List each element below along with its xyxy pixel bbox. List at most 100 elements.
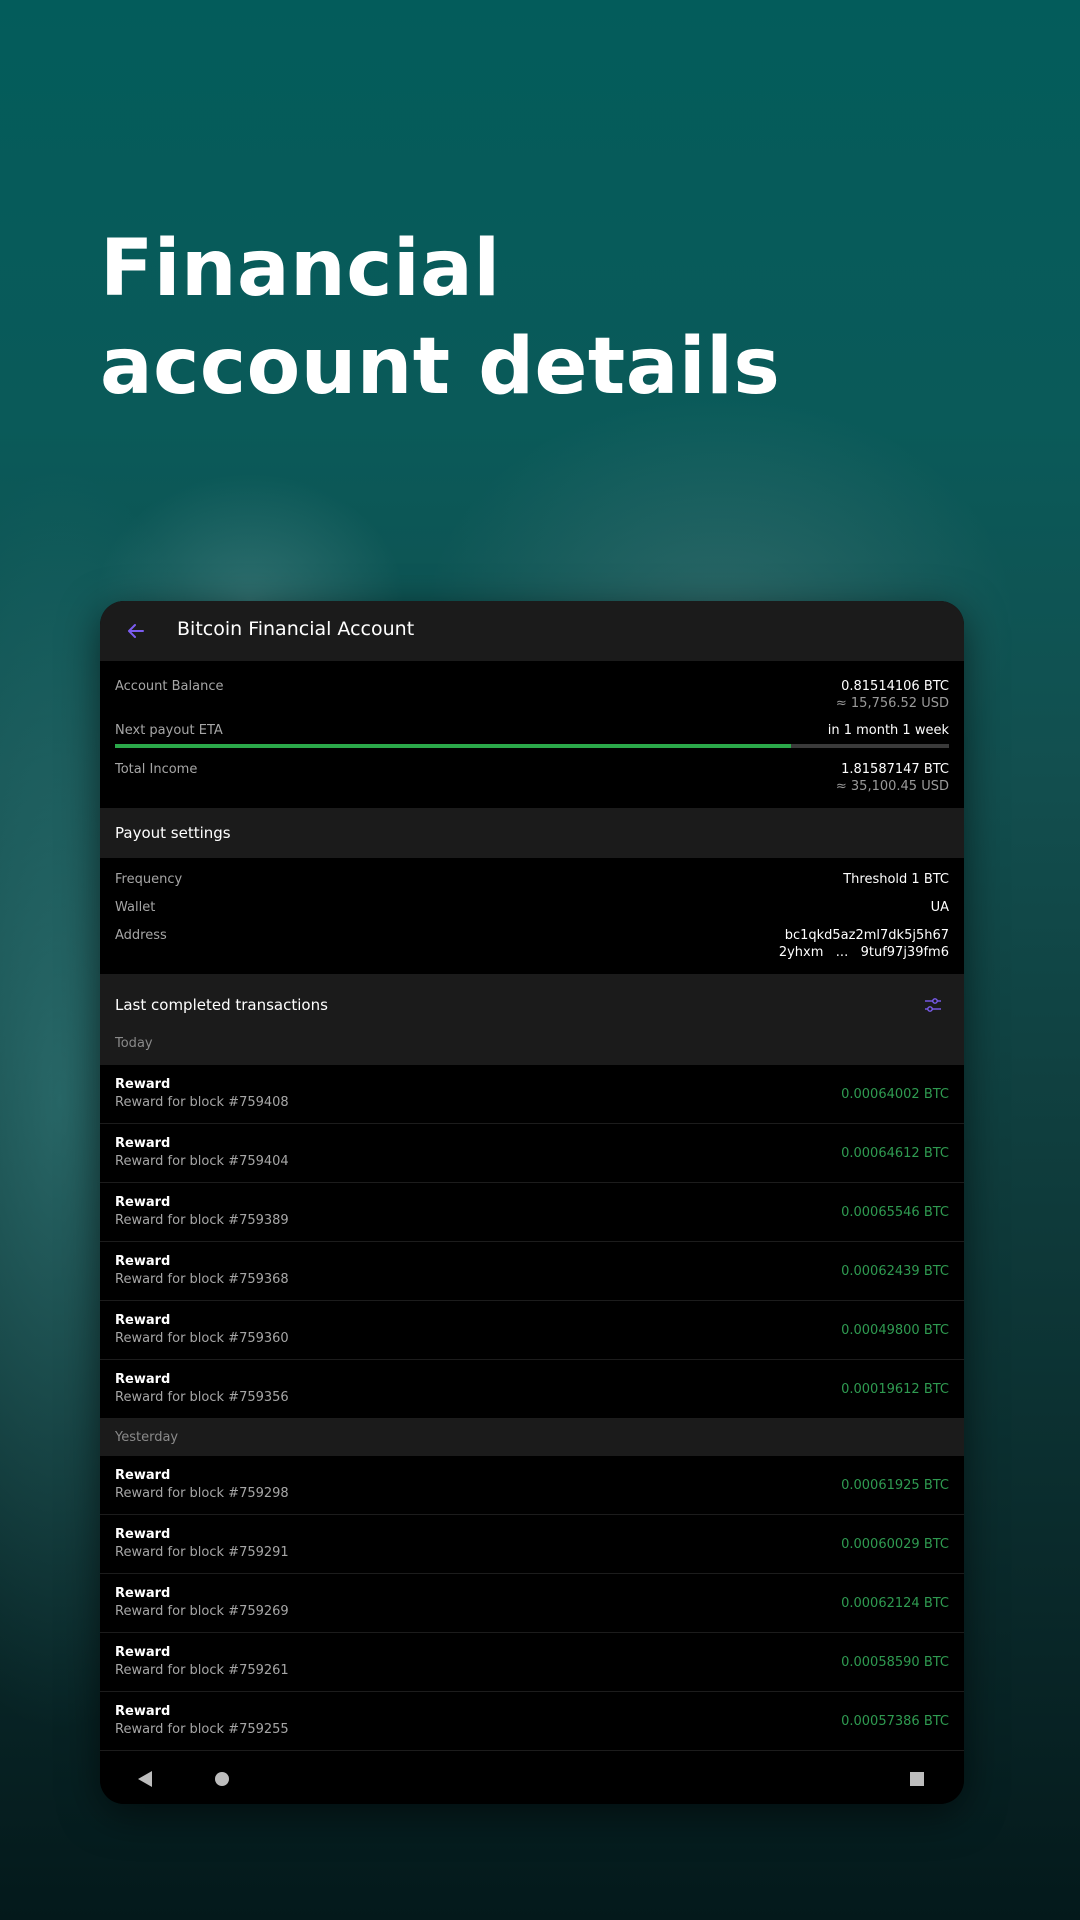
transaction-info: Reward Reward for block #759389 xyxy=(115,1194,289,1230)
nav-recents-button[interactable] xyxy=(902,1764,932,1794)
transaction-description: Reward for block #759404 xyxy=(115,1154,289,1169)
transaction-info: Reward Reward for block #759269 xyxy=(115,1585,289,1621)
payout-settings-header: Payout settings xyxy=(100,808,964,858)
transaction-info: Reward Reward for block #759356 xyxy=(115,1371,289,1407)
transaction-title: Reward xyxy=(115,1077,171,1092)
transaction-description: Reward for block #759291 xyxy=(115,1545,289,1560)
transaction-row[interactable]: Reward Reward for block #759368 0.00062439… xyxy=(100,1242,964,1301)
transaction-row[interactable]: Reward Reward for block #759255 0.00057386… xyxy=(100,1692,964,1751)
filter-sliders-icon xyxy=(925,998,941,1012)
app-screen: Bitcoin Financial Account Account Balanc… xyxy=(100,601,964,1804)
balance-row: Account Balance 0.81514106 BTC xyxy=(115,679,949,694)
transaction-info: Reward Reward for block #759261 xyxy=(115,1644,289,1680)
transaction-amount: 0.00058590 BTC xyxy=(841,1654,949,1670)
income-btc: 1.81587147 BTC xyxy=(841,762,949,777)
transaction-title: Reward xyxy=(115,1527,171,1542)
payout-settings-title: Payout settings xyxy=(115,824,231,842)
app-bar: Bitcoin Financial Account xyxy=(100,601,964,661)
transaction-amount: 0.00061925 BTC xyxy=(841,1477,949,1493)
nav-back-triangle-icon xyxy=(138,1771,152,1787)
back-button[interactable] xyxy=(122,617,150,645)
transaction-row[interactable]: Reward Reward for block #759356 0.00019612… xyxy=(100,1360,964,1419)
wallet-value: UA xyxy=(930,900,949,915)
transaction-amount: 0.00064002 BTC xyxy=(841,1086,949,1102)
transaction-title: Reward xyxy=(115,1136,171,1151)
address-line-1: bc1qkd5az2ml7dk5j5h67 xyxy=(784,928,949,943)
transaction-description: Reward for block #759269 xyxy=(115,1604,289,1619)
transaction-title: Reward xyxy=(115,1313,171,1328)
transaction-row[interactable]: Reward Reward for block #759261 0.00058590… xyxy=(100,1633,964,1692)
income-usd: ≈ 35,100.45 USD xyxy=(835,779,949,794)
transaction-description: Reward for block #759261 xyxy=(115,1663,289,1678)
transactions-header: Last completed transactions xyxy=(100,974,964,1036)
address-label: Address xyxy=(115,928,167,943)
nav-back-button[interactable] xyxy=(130,1764,160,1794)
balance-usd: ≈ 15,756.52 USD xyxy=(835,696,949,711)
arrow-left-icon xyxy=(128,624,144,638)
transaction-amount: 0.00064612 BTC xyxy=(841,1145,949,1161)
transaction-title: Reward xyxy=(115,1704,171,1719)
tx-group-header: Today xyxy=(100,1036,964,1065)
wallet-row: Wallet UA xyxy=(115,900,949,915)
transaction-row[interactable]: Reward Reward for block #759298 0.00061925… xyxy=(100,1456,964,1515)
transaction-amount: 0.00060029 BTC xyxy=(841,1536,949,1552)
transaction-amount: 0.00065546 BTC xyxy=(841,1204,949,1220)
transaction-info: Reward Reward for block #759291 xyxy=(115,1526,289,1562)
transaction-amount: 0.00062439 BTC xyxy=(841,1263,949,1279)
transaction-description: Reward for block #759360 xyxy=(115,1331,289,1346)
transaction-description: Reward for block #759368 xyxy=(115,1272,289,1287)
transaction-info: Reward Reward for block #759298 xyxy=(115,1467,289,1503)
balance-label: Account Balance xyxy=(115,679,224,694)
address-value: bc1qkd5az2ml7dk5j5h67 2yhxm ... 9tuf97j3… xyxy=(779,928,949,960)
transaction-title: Reward xyxy=(115,1586,171,1601)
frequency-label: Frequency xyxy=(115,872,183,887)
income-label: Total Income xyxy=(115,762,198,777)
transactions-title: Last completed transactions xyxy=(115,996,328,1014)
transaction-amount: 0.00019612 BTC xyxy=(841,1381,949,1397)
address-row: Address bc1qkd5az2ml7dk5j5h67 2yhxm ... … xyxy=(115,928,949,960)
nav-home-circle-icon xyxy=(215,1772,229,1786)
transaction-row[interactable]: Reward Reward for block #759269 0.00062124… xyxy=(100,1574,964,1633)
transaction-description: Reward for block #759298 xyxy=(115,1486,289,1501)
transaction-info: Reward Reward for block #759255 xyxy=(115,1703,289,1739)
transaction-info: Reward Reward for block #759368 xyxy=(115,1253,289,1289)
transaction-description: Reward for block #759255 xyxy=(115,1722,289,1737)
transaction-row[interactable]: Reward Reward for block #759291 0.00060029… xyxy=(100,1515,964,1574)
transaction-description: Reward for block #759408 xyxy=(115,1095,289,1110)
transaction-row[interactable]: Reward Reward for block #759408 0.00064002… xyxy=(100,1065,964,1124)
transactions-list: Today Reward Reward for block #759408 0.000… xyxy=(100,1036,964,1751)
frequency-value: Threshold 1 BTC xyxy=(843,872,949,887)
transaction-description: Reward for block #759356 xyxy=(115,1390,289,1405)
nav-home-button[interactable] xyxy=(207,1764,237,1794)
transaction-row[interactable]: Reward Reward for block #759360 0.00049800… xyxy=(100,1301,964,1360)
payout-settings: Frequency Threshold 1 BTC Wallet UA Addr… xyxy=(100,858,964,974)
transaction-info: Reward Reward for block #759408 xyxy=(115,1076,289,1112)
transaction-row[interactable]: Reward Reward for block #759389 0.00065546… xyxy=(100,1183,964,1242)
transaction-amount: 0.00062124 BTC xyxy=(841,1595,949,1611)
wallet-label: Wallet xyxy=(115,900,156,915)
tx-group-header: Yesterday xyxy=(100,1419,964,1456)
transaction-title: Reward xyxy=(115,1372,171,1387)
transaction-info: Reward Reward for block #759404 xyxy=(115,1135,289,1171)
transaction-row[interactable]: Reward Reward for block #759404 0.00064612… xyxy=(100,1124,964,1183)
transaction-title: Reward xyxy=(115,1468,171,1483)
payout-eta-label: Next payout ETA xyxy=(115,723,223,738)
payout-progress-bar xyxy=(115,744,949,748)
address-line-2: 2yhxm ... 9tuf97j39fm6 xyxy=(778,945,949,960)
frequency-row: Frequency Threshold 1 BTC xyxy=(115,872,949,887)
filter-button[interactable] xyxy=(921,993,945,1017)
account-summary: Account Balance 0.81514106 BTC ≈ 15,756.… xyxy=(100,661,964,808)
transaction-amount: 0.00057386 BTC xyxy=(841,1713,949,1729)
income-row: Total Income 1.81587147 BTC xyxy=(115,762,949,777)
balance-btc: 0.81514106 BTC xyxy=(841,679,949,694)
tx-group-label: Yesterday xyxy=(115,1430,179,1445)
page-title: Bitcoin Financial Account xyxy=(177,618,415,640)
tx-group-label: Today xyxy=(115,1036,153,1051)
nav-recents-square-icon xyxy=(910,1772,924,1786)
transaction-info: Reward Reward for block #759360 xyxy=(115,1312,289,1348)
payout-eta-value: in 1 month 1 week xyxy=(827,723,949,738)
transaction-title: Reward xyxy=(115,1645,171,1660)
transaction-amount: 0.00049800 BTC xyxy=(841,1322,949,1338)
transaction-title: Reward xyxy=(115,1254,171,1269)
transaction-title: Reward xyxy=(115,1195,171,1210)
